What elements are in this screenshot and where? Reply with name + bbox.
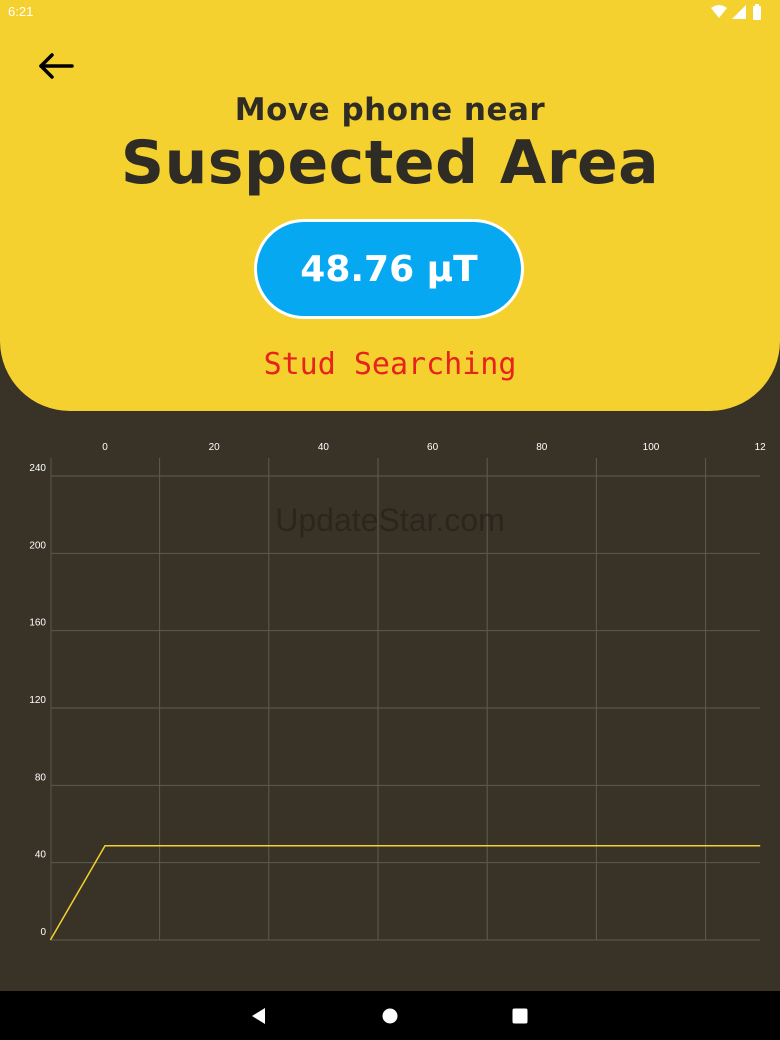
chart-x-tick-label: 0 — [102, 442, 108, 453]
chart-x-tick-label: 80 — [536, 442, 548, 453]
recents-square-icon — [512, 1008, 528, 1024]
header-panel: Move phone near Suspected Area 48.76 µT … — [0, 0, 780, 411]
magnetic-reading-badge: 48.76 µT — [254, 219, 524, 319]
cellular-signal-icon — [732, 5, 746, 19]
chart-y-tick-label: 200 — [29, 540, 46, 551]
nav-back-button[interactable] — [248, 1005, 270, 1027]
magnetic-reading-value: 48.76 µT — [300, 248, 478, 290]
chart-y-tick-label: 80 — [35, 772, 47, 783]
chart-x-tick-label: 12 — [755, 442, 767, 453]
chart-y-tick-label: 40 — [35, 850, 47, 861]
mode-status-text: Stud Searching — [263, 347, 517, 382]
chart-x-tick-label: 60 — [427, 442, 439, 453]
battery-icon — [753, 4, 761, 20]
instruction-title: Suspected Area — [120, 128, 660, 198]
chart-series-line — [49, 844, 761, 941]
back-triangle-icon — [252, 1008, 265, 1024]
chart-x-tick-label: 20 — [209, 442, 221, 453]
chart-y-tick-label: 0 — [40, 927, 46, 938]
chart-y-tick-label: 160 — [29, 618, 46, 629]
instruction-subtitle: Move phone near — [234, 92, 546, 128]
arrow-left-icon — [39, 53, 74, 79]
screen: Move phone near Suspected Area 48.76 µT … — [0, 0, 780, 1040]
chart-y-tick-label: 240 — [29, 463, 46, 474]
home-circle-icon — [382, 1008, 398, 1024]
chart-x-tick-label: 100 — [643, 442, 660, 453]
status-bar: 6:21 — [0, 0, 780, 24]
status-icons — [710, 4, 768, 20]
nav-recents-button[interactable] — [509, 1005, 531, 1027]
status-time: 6:21 — [8, 4, 34, 19]
chart-y-tick-label: 120 — [29, 695, 46, 706]
nav-home-button[interactable] — [379, 1005, 401, 1027]
navigation-bar — [0, 991, 780, 1040]
back-button[interactable] — [34, 46, 78, 86]
wifi-icon — [711, 5, 727, 18]
chart-x-tick-label: 40 — [318, 442, 330, 453]
watermark-text: UpdateStar.com — [275, 502, 505, 538]
